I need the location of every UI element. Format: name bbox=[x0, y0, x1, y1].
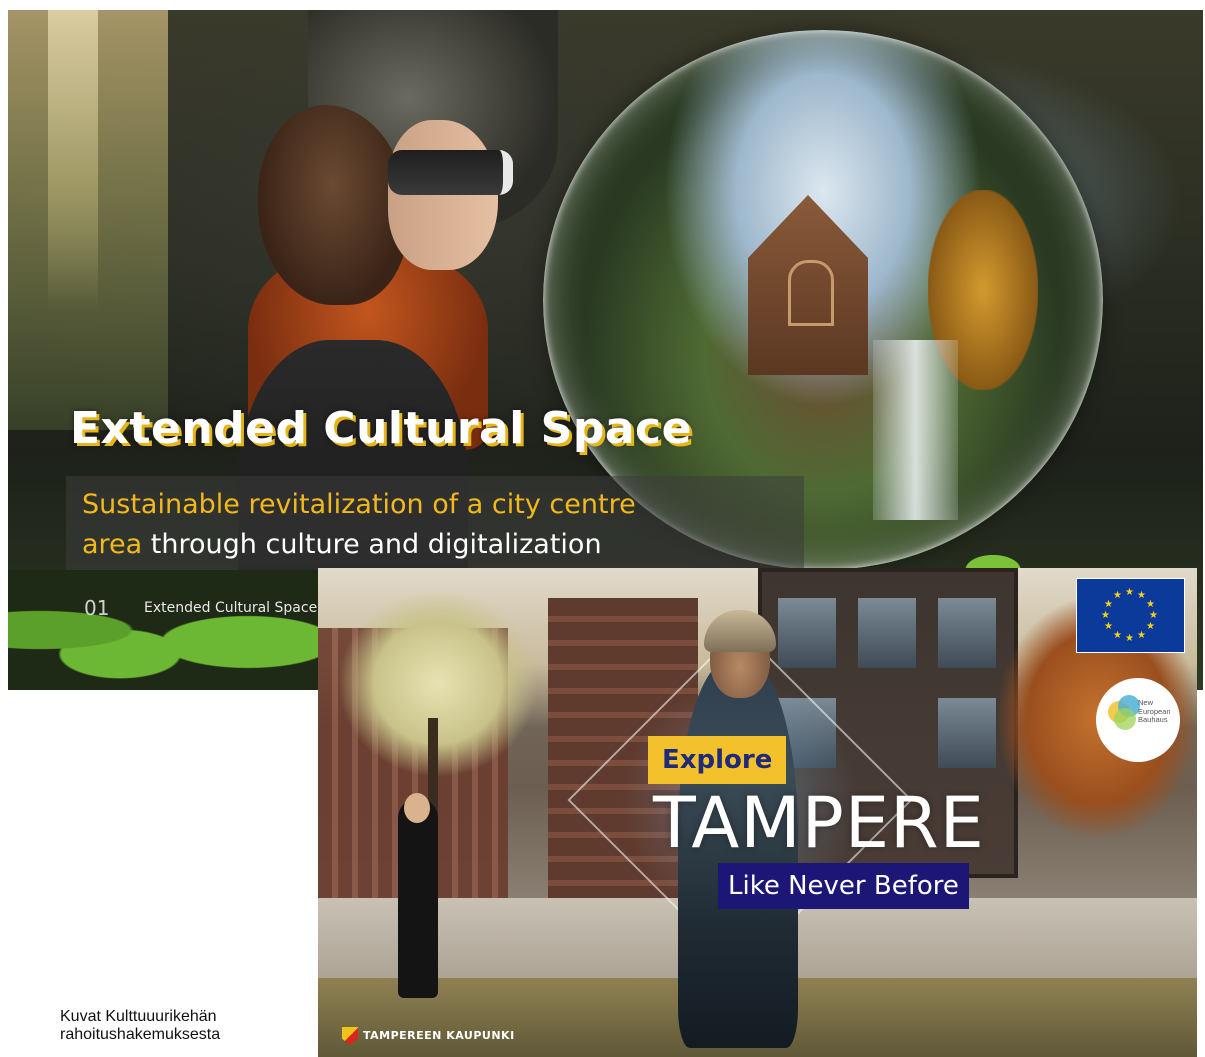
star-icon: ★ bbox=[1113, 630, 1122, 641]
eu-flag-icon: ★ ★ ★ ★ ★ ★ ★ ★ ★ ★ ★ ★ bbox=[1076, 578, 1185, 653]
vr-headset-icon bbox=[388, 150, 513, 195]
church-arch bbox=[788, 260, 834, 326]
star-icon: ★ bbox=[1149, 610, 1158, 621]
window bbox=[858, 598, 916, 668]
neb-logo-text: New European Bauhaus bbox=[1138, 698, 1178, 725]
walking-woman bbox=[398, 798, 438, 998]
window bbox=[938, 598, 996, 668]
star-icon: ★ bbox=[1137, 630, 1146, 641]
slide-subtitle: Sustainable revitalization of a city cen… bbox=[82, 485, 802, 565]
neb-logo-mark bbox=[1114, 708, 1136, 730]
caption-line-1: Kuvat Kulttuuurikehän bbox=[60, 1008, 217, 1025]
star-icon: ★ bbox=[1125, 587, 1134, 598]
slide-title: Extended Cultural Space bbox=[70, 403, 692, 454]
window bbox=[778, 598, 836, 668]
star-icon: ★ bbox=[1125, 633, 1134, 644]
neb-text-line: Bauhaus bbox=[1138, 715, 1168, 724]
image-caption: Kuvat Kulttuuurikehän rahoitushakemuksest… bbox=[60, 1008, 300, 1044]
star-icon: ★ bbox=[1104, 599, 1113, 610]
city-name: TAMPERE bbox=[653, 782, 985, 864]
city-logo-text: TAMPEREEN KAUPUNKI bbox=[363, 1029, 515, 1042]
slide-footer-text: Extended Cultural Space bbox=[144, 600, 318, 616]
subtitle-highlight-1: Sustainable revitalization of a city cen… bbox=[82, 489, 636, 520]
star-icon: ★ bbox=[1146, 621, 1155, 632]
subtitle-rest: through culture and digitalization bbox=[142, 529, 602, 560]
window bbox=[938, 698, 996, 768]
tree-left bbox=[338, 588, 538, 778]
star-icon: ★ bbox=[1137, 590, 1146, 601]
background-sunbeam bbox=[48, 10, 98, 310]
star-icon: ★ bbox=[1113, 590, 1122, 601]
walking-woman-head bbox=[404, 793, 430, 823]
caption-line-2: rahoitushakemuksesta bbox=[60, 1026, 221, 1043]
star-icon: ★ bbox=[1101, 610, 1110, 621]
slide-number: 01 bbox=[84, 596, 110, 620]
star-icon: ★ bbox=[1104, 621, 1113, 632]
explore-label: Explore bbox=[648, 736, 787, 784]
subtitle-highlight-2: area bbox=[82, 529, 143, 560]
foreground-leaves bbox=[8, 570, 328, 690]
star-icon: ★ bbox=[1146, 599, 1155, 610]
waterfall-image bbox=[873, 340, 958, 520]
eu-stars: ★ ★ ★ ★ ★ ★ ★ ★ ★ ★ ★ ★ bbox=[1077, 579, 1184, 652]
tagline-label: Like Never Before bbox=[718, 863, 969, 909]
slide-explore-tampere: ★ ★ ★ ★ ★ ★ ★ ★ ★ ★ ★ ★ New European Bau… bbox=[318, 568, 1197, 1057]
woman-face bbox=[388, 120, 498, 270]
